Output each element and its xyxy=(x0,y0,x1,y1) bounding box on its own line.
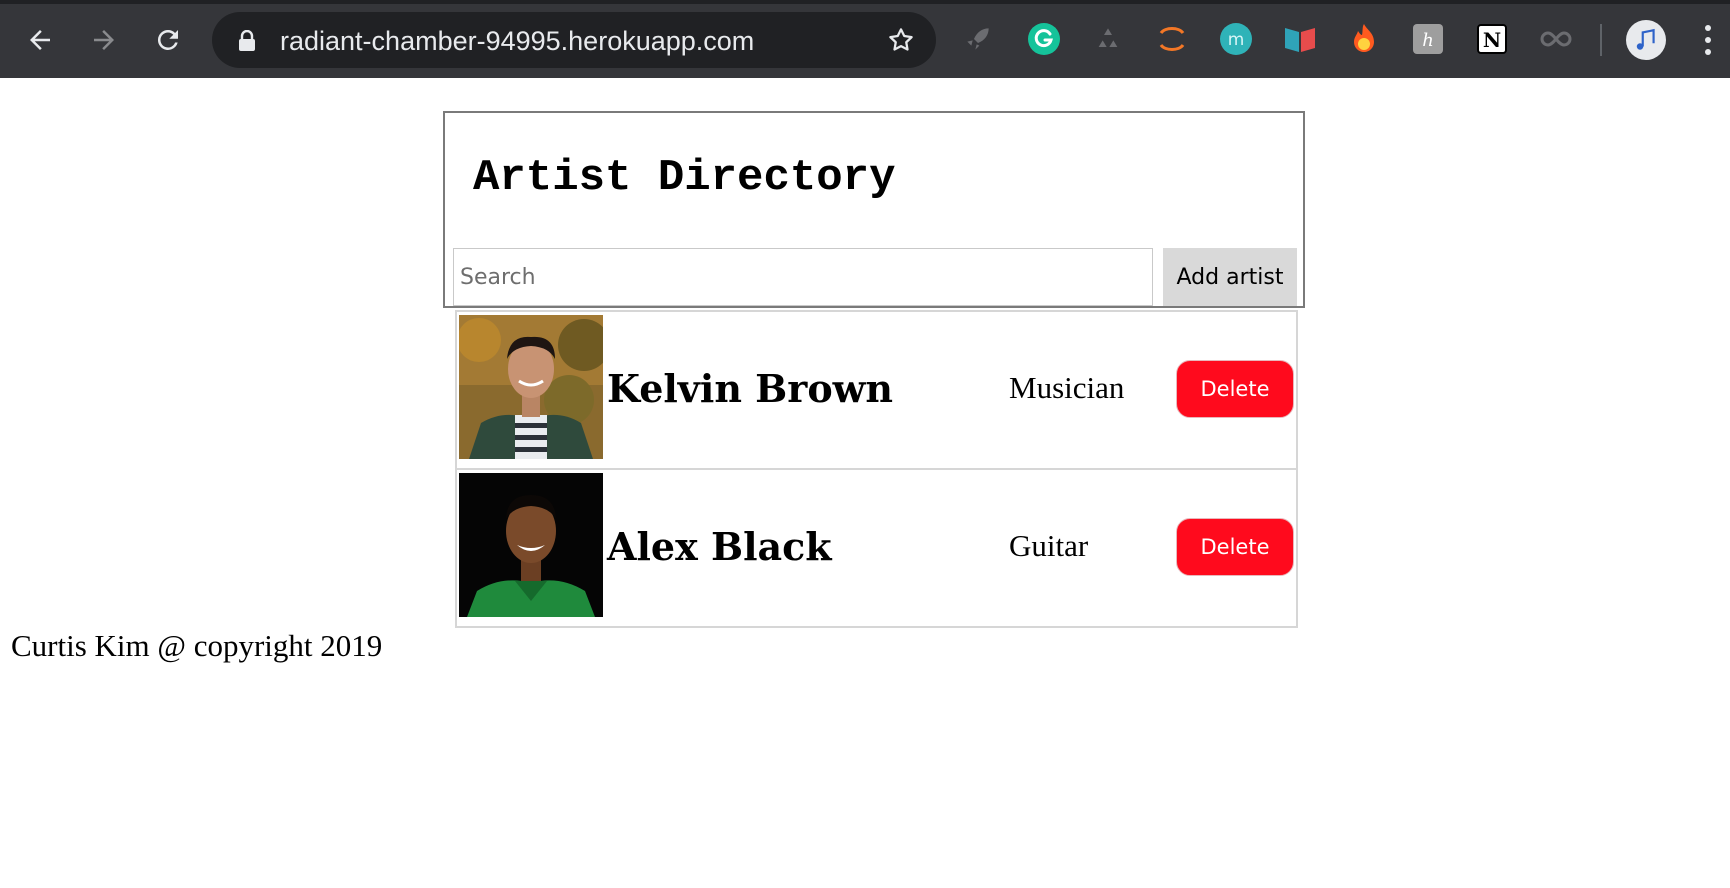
artist-list: Kelvin Brown Musician Delete Alex Black … xyxy=(455,310,1298,628)
jupyter-icon[interactable] xyxy=(1154,21,1190,57)
forward-button[interactable] xyxy=(84,20,124,60)
artist-photo xyxy=(459,315,603,459)
svg-text:h: h xyxy=(1422,30,1434,51)
tab-strip xyxy=(0,0,1730,4)
page-title: Artist Directory xyxy=(473,153,896,203)
back-button[interactable] xyxy=(20,20,60,60)
delete-button[interactable]: Delete xyxy=(1176,360,1294,418)
artist-name: Alex Black xyxy=(607,524,832,569)
recycle-icon[interactable] xyxy=(1090,21,1126,57)
arrow-left-icon xyxy=(30,30,50,50)
rocket-icon[interactable] xyxy=(960,21,996,57)
reload-icon xyxy=(157,29,178,50)
url-text[interactable]: radiant-chamber-94995.herokuapp.com xyxy=(280,26,754,57)
more-vert-icon[interactable] xyxy=(1696,22,1720,58)
music-note-icon xyxy=(1636,28,1655,50)
header-section: Artist Directory Add artist xyxy=(443,111,1305,308)
svg-text:N: N xyxy=(1483,28,1501,52)
artist-role: Guitar xyxy=(1009,528,1089,563)
infinity-icon[interactable] xyxy=(1538,21,1574,57)
fire-icon[interactable] xyxy=(1346,21,1382,57)
artist-row: Alex Black Guitar Delete xyxy=(457,470,1296,627)
browser-toolbar: radiant-chamber-94995.herokuapp.com m h … xyxy=(0,0,1730,78)
notion-icon[interactable]: N xyxy=(1474,21,1510,57)
search-input[interactable] xyxy=(453,248,1153,306)
add-artist-button[interactable]: Add artist xyxy=(1163,248,1297,306)
arrow-right-icon xyxy=(94,30,114,50)
star-icon[interactable] xyxy=(886,25,916,55)
reload-button[interactable] xyxy=(148,20,188,60)
svg-text:m: m xyxy=(1228,30,1245,50)
address-bar[interactable]: radiant-chamber-94995.herokuapp.com xyxy=(212,12,936,68)
m-icon[interactable]: m xyxy=(1218,21,1254,57)
artist-name: Kelvin Brown xyxy=(607,366,894,411)
artist-row: Kelvin Brown Musician Delete xyxy=(457,312,1296,470)
delete-button[interactable]: Delete xyxy=(1176,518,1294,576)
grammarly-icon[interactable] xyxy=(1026,21,1062,57)
artist-role: Musician xyxy=(1009,370,1125,405)
h-icon[interactable]: h xyxy=(1410,21,1446,57)
split-icon[interactable] xyxy=(1282,21,1318,57)
lock-icon xyxy=(239,30,255,51)
artist-photo xyxy=(459,473,603,617)
toolbar-divider xyxy=(1600,24,1602,56)
profile-avatar[interactable] xyxy=(1626,20,1666,60)
footer-text: Curtis Kim @ copyright 2019 xyxy=(11,628,383,663)
